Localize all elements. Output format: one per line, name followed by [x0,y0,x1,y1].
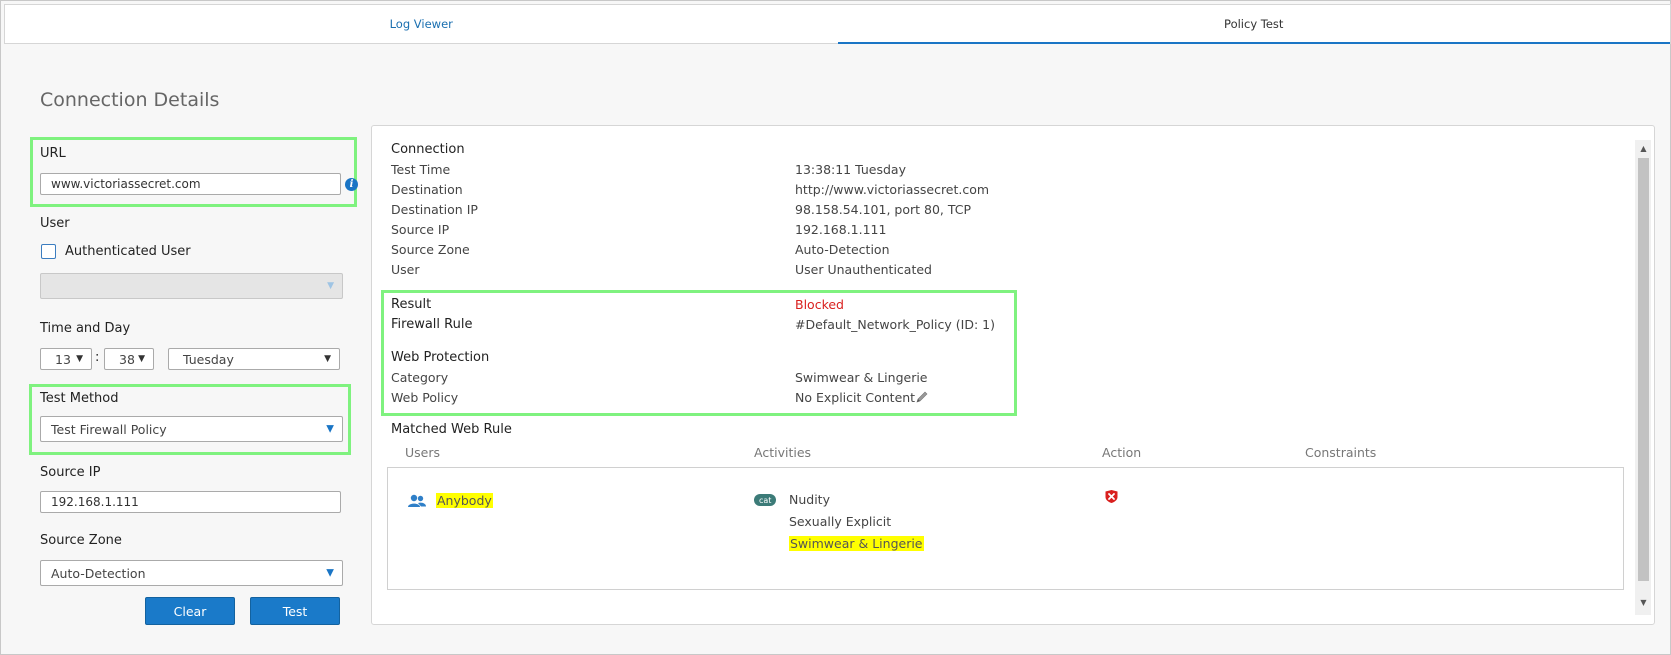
detail-value-source-ip: 192.168.1.111 [795,222,887,237]
time-day-label: Time and Day [40,321,131,336]
detail-value-user: User Unauthenticated [795,262,932,277]
detail-label-source-ip: Source IP [391,222,450,237]
block-icon [1105,490,1118,503]
result-value: Blocked [795,297,844,312]
category-value: Swimwear & Lingerie [795,370,928,385]
user-select: ▼ [40,273,343,299]
source-ip-label: Source IP [40,465,101,480]
cat-badge: cat [754,494,777,506]
tab-log-viewer[interactable]: Log Viewer [5,5,838,43]
tab-bar: Log Viewer Policy Test [4,4,1671,44]
connection-heading: Connection [391,142,465,157]
page-title: Connection Details [40,89,220,111]
day-select[interactable]: Tuesday ▼ [168,348,340,370]
clear-button[interactable]: Clear [145,597,235,625]
column-action: Action [1102,445,1142,460]
day-value: Tuesday [183,351,234,367]
category-label: Category [391,370,449,385]
column-constraints: Constraints [1305,445,1377,460]
authenticated-user-label: Authenticated User [65,244,191,259]
hour-select[interactable]: 13 ▼ [40,348,92,370]
time-separator: : [95,350,100,365]
url-input[interactable]: www.victoriassecret.com [40,173,341,195]
web-protection-heading: Web Protection [391,350,490,365]
activity-swimwear-lingerie: Swimwear & Lingerie [789,536,924,551]
tab-policy-test[interactable]: Policy Test [837,5,1671,44]
test-method-value: Test Firewall Policy [51,421,167,437]
chevron-down-icon: ▼ [327,281,334,291]
column-users: Users [405,445,441,460]
chevron-down-icon: ▼ [326,567,334,579]
url-highlight-box [30,137,357,207]
scroll-down-icon[interactable]: ▼ [1638,598,1649,607]
activity-swimwear-lingerie-label: Swimwear & Lingerie [789,536,924,551]
test-method-select[interactable]: Test Firewall Policy ▼ [40,416,343,442]
users-icon [408,494,426,507]
detail-value-destination-ip: 98.158.54.101, port 80, TCP [795,202,972,217]
detail-value-test-time: 13:38:11 Tuesday [795,162,906,177]
source-ip-input[interactable]: 192.168.1.111 [40,491,341,513]
detail-label-destination-ip: Destination IP [391,202,478,217]
detail-value-destination: http://www.victoriassecret.com [795,182,990,197]
source-zone-label: Source Zone [40,533,122,548]
source-zone-value: Auto-Detection [51,565,146,581]
rule-user[interactable]: Anybody [436,493,493,508]
info-icon[interactable]: i [345,178,358,191]
matched-rule-heading: Matched Web Rule [391,422,512,437]
scrollbar-thumb[interactable] [1638,158,1649,581]
column-activities: Activities [754,445,812,460]
activity-nudity: Nudity [789,492,830,507]
detail-value-source-zone: Auto-Detection [795,242,890,257]
result-label: Result [391,297,432,312]
activity-sexually-explicit: Sexually Explicit [789,514,892,529]
url-label: URL [40,146,66,161]
firewall-rule-label: Firewall Rule [391,317,473,332]
chevron-down-icon: ▼ [326,423,334,435]
user-label: User [40,216,70,231]
matched-rule-row [387,467,1624,590]
detail-label-source-zone: Source Zone [391,242,470,257]
web-policy-value: No Explicit Content [795,390,916,405]
rule-user-label: Anybody [436,493,493,508]
hour-value: 13 [55,351,71,367]
detail-label-destination: Destination [391,182,463,197]
web-policy-label: Web Policy [391,390,459,405]
minute-select[interactable]: 38 ▼ [104,348,154,370]
detail-label-user: User [391,262,420,277]
minute-value: 38 [119,351,135,367]
detail-label-test-time: Test Time [391,162,451,177]
source-zone-select[interactable]: Auto-Detection ▼ [40,560,343,586]
chevron-down-icon: ▼ [76,354,83,364]
chevron-down-icon: ▼ [138,354,145,364]
firewall-rule-value: #Default_Network_Policy (ID: 1) [795,317,995,332]
test-method-label: Test Method [40,391,119,406]
test-button[interactable]: Test [250,597,340,625]
authenticated-user-checkbox[interactable] [41,244,56,259]
chevron-down-icon: ▼ [324,354,331,364]
pencil-icon[interactable] [915,390,929,404]
scroll-up-icon[interactable]: ▲ [1638,144,1649,153]
